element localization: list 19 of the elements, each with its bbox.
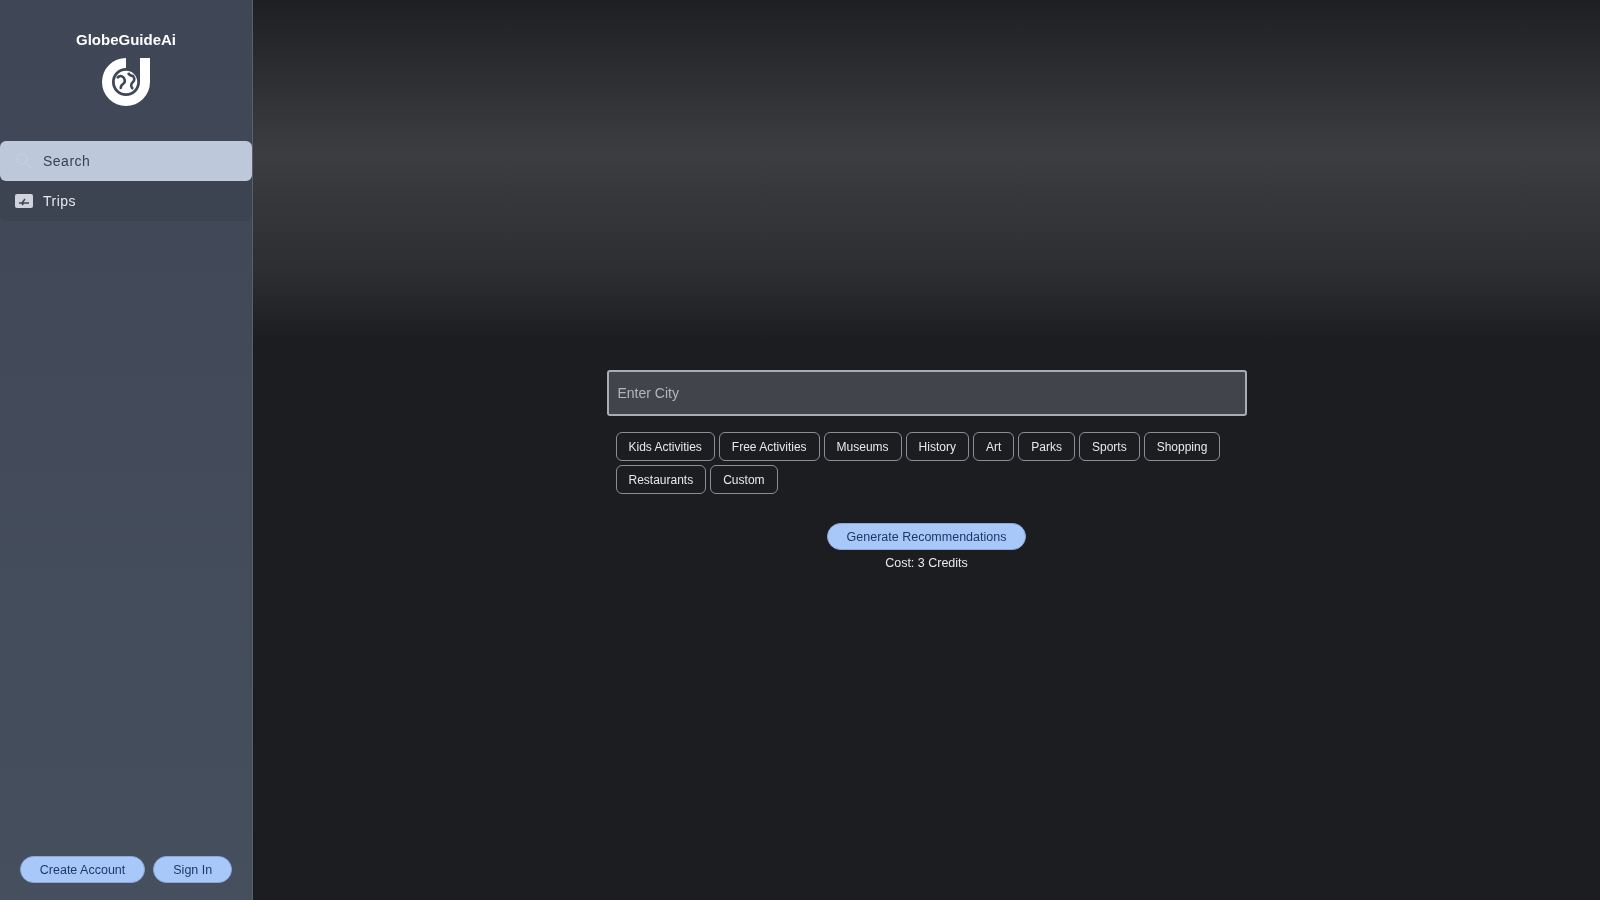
brand-name: GlobeGuideAi xyxy=(76,31,176,48)
cost-text: Cost: 3 Credits xyxy=(885,556,968,570)
category-chip[interactable]: History xyxy=(905,432,969,461)
nav-item[interactable]: Trips xyxy=(0,181,252,221)
category-chip[interactable]: Museums xyxy=(823,432,902,461)
category-chip[interactable]: Shopping xyxy=(1143,432,1221,461)
category-chip[interactable]: Custom xyxy=(710,465,778,494)
category-chip[interactable]: Art xyxy=(972,432,1015,461)
category-chip[interactable]: Kids Activities xyxy=(615,432,715,461)
category-chip[interactable]: Sports xyxy=(1078,432,1140,461)
city-input-field[interactable]: Enter City xyxy=(606,370,1247,416)
airplane-ticket-icon xyxy=(15,194,33,208)
generate-button[interactable]: Generate Recommendations xyxy=(826,523,1027,550)
nav-item[interactable]: Search xyxy=(0,141,252,181)
account-button[interactable]: Create Account xyxy=(19,856,146,883)
category-chip[interactable]: Restaurants xyxy=(615,465,707,494)
category-chip[interactable]: Free Activities xyxy=(718,432,820,461)
category-chip[interactable]: Parks xyxy=(1018,432,1075,461)
account-button[interactable]: Sign In xyxy=(153,856,233,883)
